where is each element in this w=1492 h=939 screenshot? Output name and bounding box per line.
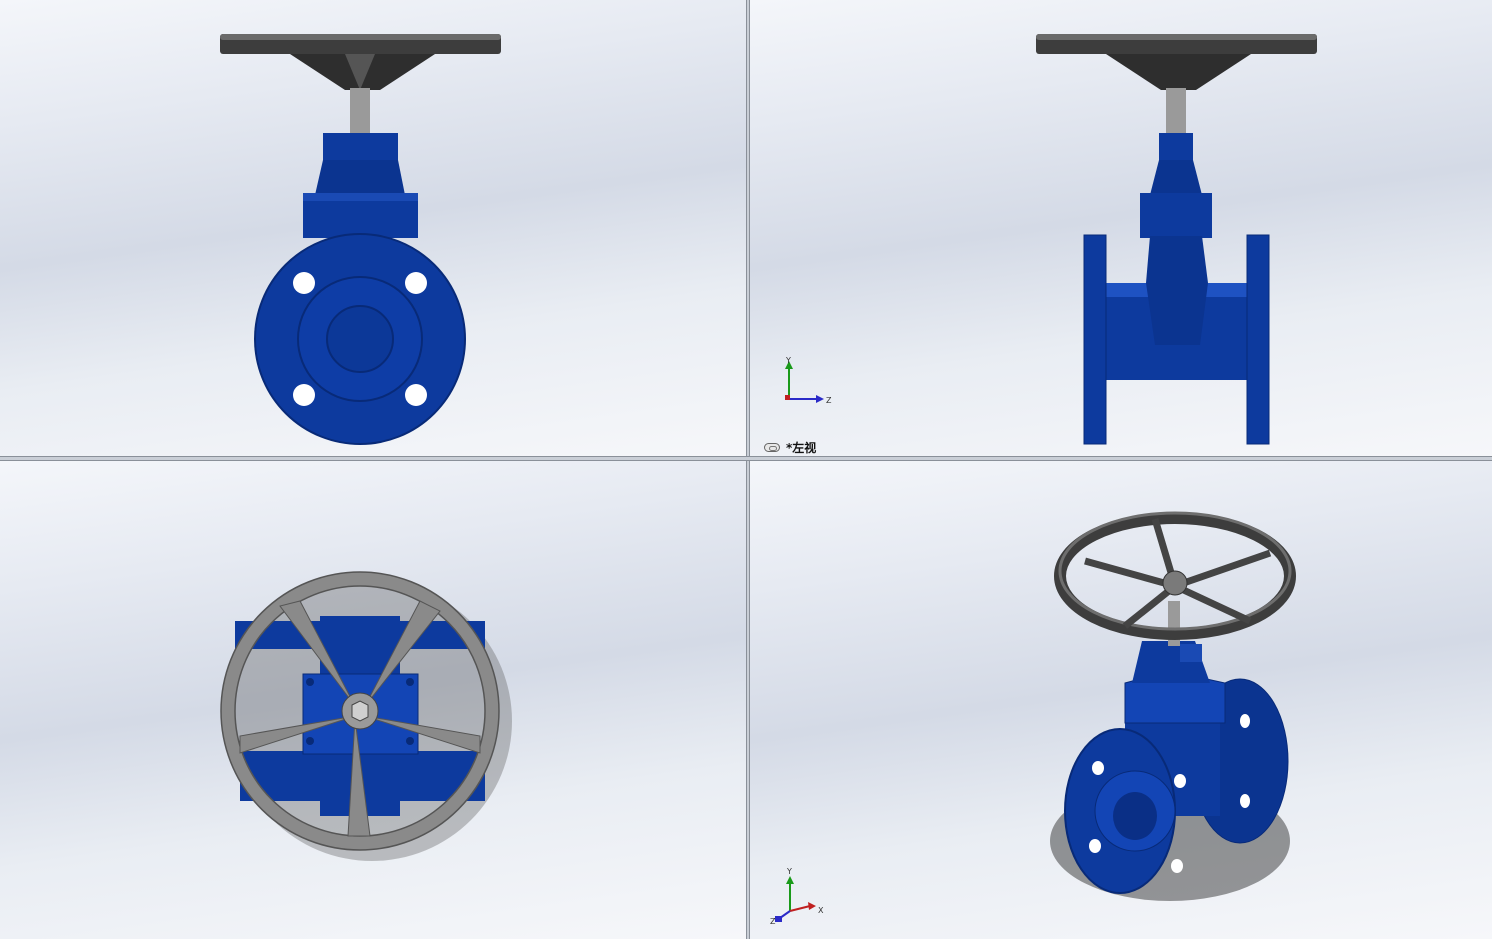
valve-stem <box>1166 88 1186 136</box>
coordinate-triad: Y X Z <box>770 867 824 926</box>
valve-body-neck <box>1146 236 1208 345</box>
svg-text:Y: Y <box>785 356 791 365</box>
right-flange <box>1246 234 1270 445</box>
valve-top-view <box>220 571 512 861</box>
viewport-front[interactable] <box>0 0 746 456</box>
left-flange <box>1083 234 1107 445</box>
viewport-left[interactable]: Y Z *左视 <box>750 0 1492 456</box>
view-name-label: *左视 <box>764 439 816 456</box>
svg-text:X: X <box>818 906 824 915</box>
viewport-top[interactable] <box>0 461 746 939</box>
handwheel-hub <box>1162 570 1188 596</box>
bolt-hole <box>293 384 315 406</box>
valve-bonnet-flange <box>1140 193 1212 238</box>
view-name-text: *左视 <box>786 441 817 455</box>
view-link-icon[interactable] <box>764 443 780 452</box>
viewport-isometric[interactable]: Y X Z <box>750 461 1492 939</box>
handwheel-spokes <box>1106 54 1251 90</box>
bolt-hole <box>293 272 315 294</box>
valve-left-view <box>1036 34 1317 445</box>
valve-front-view <box>220 34 501 445</box>
coordinate-triad: Y Z <box>785 356 832 405</box>
bolt-hole <box>405 272 427 294</box>
svg-text:Z: Z <box>826 396 832 405</box>
valve-stem <box>350 88 370 136</box>
hex-nut-icon <box>351 700 369 722</box>
valve-isometric-view <box>1050 511 1296 901</box>
svg-text:Z: Z <box>770 917 776 926</box>
svg-text:Y: Y <box>786 867 792 876</box>
valve-bore <box>326 305 394 373</box>
bolt-hole <box>405 384 427 406</box>
valve-bore <box>1113 792 1157 840</box>
